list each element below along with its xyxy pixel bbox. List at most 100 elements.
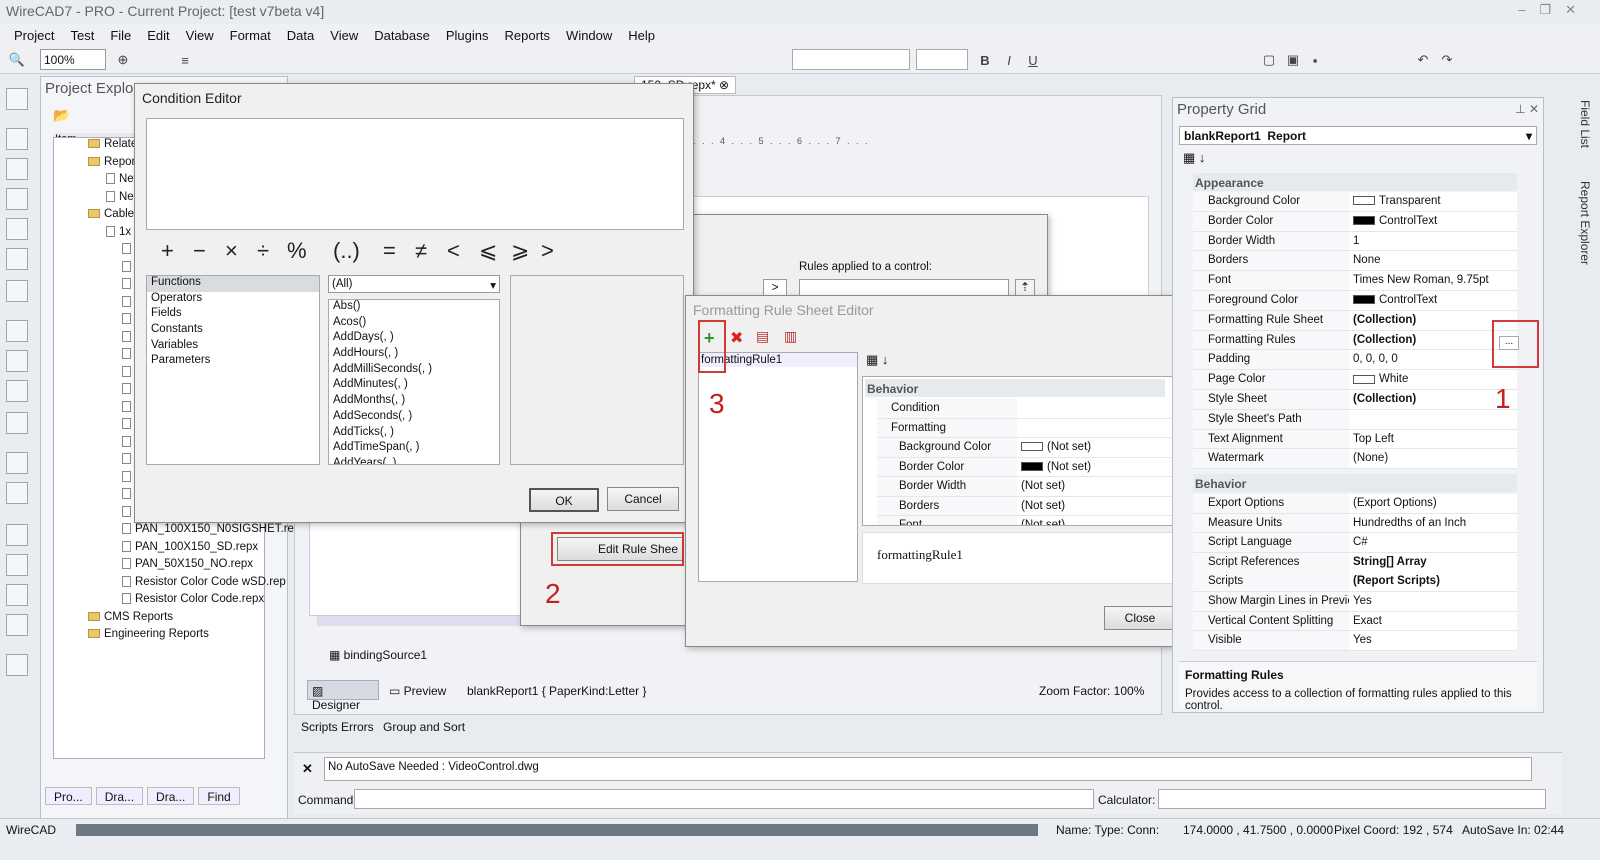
- rule-property-row[interactable]: Borders (Not set): [877, 496, 1181, 516]
- calculator-input[interactable]: [1158, 789, 1546, 809]
- window-controls[interactable]: –❐✕: [1518, 2, 1590, 18]
- pagebreak-tool-icon[interactable]: [6, 554, 28, 576]
- undo-icon[interactable]: ↶: [1414, 51, 1432, 69]
- property-row[interactable]: Scripts (Report Scripts): [1193, 572, 1517, 593]
- property-row[interactable]: Padding 0, 0, 0, 0: [1193, 350, 1517, 371]
- property-value[interactable]: (Not set): [1017, 477, 1181, 496]
- clipboard-tool-icon[interactable]: [6, 654, 28, 676]
- menu-item[interactable]: Window: [558, 28, 620, 43]
- property-row[interactable]: Formatting Rule Sheet (Collection): [1193, 310, 1517, 331]
- command-input[interactable]: [354, 789, 1094, 809]
- function-item[interactable]: AddMilliSeconds(, ): [329, 363, 499, 379]
- function-item[interactable]: AddHours(, ): [329, 347, 499, 363]
- property-value[interactable]: (Not set): [1017, 438, 1181, 457]
- operator-button[interactable]: %: [287, 238, 307, 264]
- zoom-in-icon[interactable]: ⊕: [114, 51, 132, 69]
- pin-icon[interactable]: ⊥ ✕: [1515, 102, 1539, 116]
- menu-item[interactable]: View: [322, 28, 366, 43]
- function-list[interactable]: Abs() Acos() AddDays(, ) AddHours(, ) AddMil…: [328, 299, 500, 465]
- operator-button[interactable]: +: [161, 238, 174, 264]
- field-list-tab[interactable]: Field List: [1578, 100, 1592, 148]
- menu-item[interactable]: File: [102, 28, 139, 43]
- group-sort-tab[interactable]: Group and Sort: [383, 720, 465, 734]
- property-value[interactable]: ControlText: [1349, 291, 1517, 310]
- new-icon[interactable]: ▢: [1260, 51, 1278, 69]
- redo-icon[interactable]: ↷: [1438, 51, 1456, 69]
- function-item[interactable]: AddYears(, ): [329, 457, 499, 464]
- property-row[interactable]: Font Times New Roman, 9.75pt: [1193, 271, 1517, 291]
- zoom-icon[interactable]: 🔍: [8, 51, 26, 69]
- tree-item[interactable]: CMS Reports: [54, 611, 264, 629]
- menu-item[interactable]: Project: [6, 28, 62, 43]
- font-family-combo[interactable]: [792, 49, 910, 70]
- close-button[interactable]: Close: [1104, 606, 1176, 630]
- function-item[interactable]: AddTicks(, ): [329, 426, 499, 442]
- operator-button[interactable]: (..): [333, 238, 360, 264]
- property-value[interactable]: (Collection): [1349, 390, 1517, 409]
- rule-property-row[interactable]: Background Color (Not set): [877, 438, 1181, 458]
- property-value[interactable]: 1: [1349, 231, 1517, 251]
- property-value[interactable]: C#: [1349, 533, 1517, 552]
- rule-property-row[interactable]: Condition: [877, 399, 1181, 419]
- property-value[interactable]: (Export Options): [1349, 494, 1517, 513]
- menu-item[interactable]: Help: [620, 28, 663, 43]
- richtext-tool-icon[interactable]: [6, 188, 28, 210]
- function-item[interactable]: AddDays(, ): [329, 331, 499, 347]
- function-filter-select[interactable]: (All) ▾: [328, 275, 500, 293]
- function-item[interactable]: AddMinutes(, ): [329, 378, 499, 394]
- sort-icon[interactable]: ▦ ↓: [1183, 150, 1205, 166]
- preview-tab[interactable]: ▭ Preview: [389, 684, 446, 698]
- property-value[interactable]: Yes: [1349, 631, 1517, 650]
- function-item[interactable]: AddMonths(, ): [329, 394, 499, 410]
- underline-icon[interactable]: U: [1024, 51, 1042, 69]
- tree-item[interactable]: PAN_100X150_N0SIGSHET.re: [54, 523, 294, 541]
- zoom-select[interactable]: 100%: [40, 49, 106, 70]
- category-item[interactable]: Fields: [147, 307, 319, 323]
- line-tool-icon[interactable]: [6, 320, 28, 342]
- clear-rules-icon[interactable]: ▤: [756, 328, 769, 345]
- property-row[interactable]: Border Width 1: [1193, 231, 1517, 252]
- property-value[interactable]: [1349, 409, 1517, 429]
- ok-button[interactable]: OK: [529, 488, 599, 512]
- operator-button[interactable]: >: [541, 238, 554, 264]
- function-item[interactable]: AddSeconds(, ): [329, 410, 499, 426]
- function-item[interactable]: Acos(): [329, 316, 499, 332]
- category-item[interactable]: Constants: [147, 323, 319, 339]
- property-row[interactable]: Export Options (Export Options): [1193, 494, 1517, 514]
- behavior-category[interactable]: Behavior: [1193, 474, 1517, 492]
- label-tool-icon[interactable]: [6, 128, 28, 150]
- appearance-category[interactable]: Appearance: [1193, 173, 1517, 191]
- property-value[interactable]: (None): [1349, 449, 1517, 469]
- property-row[interactable]: Watermark (None): [1193, 449, 1517, 470]
- pageinfo-tool-icon[interactable]: [6, 524, 28, 546]
- property-value[interactable]: Exact: [1349, 611, 1517, 631]
- category-item[interactable]: Functions: [147, 276, 319, 292]
- operator-button[interactable]: −: [193, 238, 206, 264]
- property-value[interactable]: None: [1349, 251, 1517, 271]
- property-row[interactable]: Formatting Rules (Collection): [1193, 330, 1517, 351]
- checkbox-tool-icon[interactable]: [6, 158, 28, 180]
- chart-tool-icon[interactable]: [6, 452, 28, 474]
- property-row[interactable]: Page Color White: [1193, 370, 1517, 390]
- property-value[interactable]: (Report Scripts): [1349, 572, 1517, 592]
- italic-icon[interactable]: I: [1000, 51, 1018, 69]
- rule-property-row[interactable]: Formatting: [877, 418, 1181, 438]
- tree-item[interactable]: PAN_50X150_NO.repx: [54, 558, 264, 576]
- close-output-icon[interactable]: ✕: [302, 761, 313, 777]
- property-value[interactable]: Top Left: [1349, 429, 1517, 449]
- menu-item[interactable]: Test: [62, 28, 102, 43]
- property-row[interactable]: Style Sheet's Path: [1193, 409, 1517, 430]
- menu-item[interactable]: Format: [222, 28, 279, 43]
- align-icon[interactable]: ≡: [176, 51, 194, 69]
- tree-item[interactable]: Resistor Color Code.repx: [54, 593, 264, 611]
- category-item[interactable]: Operators: [147, 292, 319, 308]
- rule-property-row[interactable]: Border Color (Not set): [877, 457, 1181, 477]
- property-value[interactable]: Hundredths of an Inch: [1349, 513, 1517, 533]
- designer-tab[interactable]: ▨ Designer: [307, 680, 379, 712]
- property-row[interactable]: Script References String[] Array: [1193, 552, 1517, 573]
- explorer-tab[interactable]: Find: [198, 787, 240, 805]
- property-value[interactable]: (Not set): [1017, 516, 1181, 525]
- property-value[interactable]: (Not set): [1017, 457, 1181, 476]
- shape-tool-icon[interactable]: [6, 350, 28, 372]
- operator-button[interactable]: <: [447, 238, 460, 264]
